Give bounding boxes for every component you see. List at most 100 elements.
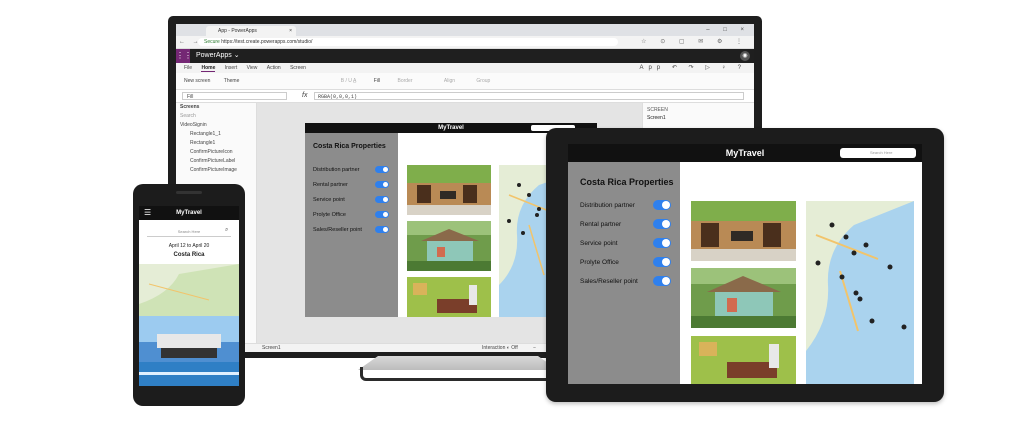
- chevron-down-icon[interactable]: ⌄: [234, 52, 240, 59]
- filter-toggle[interactable]: [653, 238, 671, 248]
- tree-search-input[interactable]: Search: [176, 112, 256, 121]
- tree-item[interactable]: VideoSignin: [176, 121, 256, 130]
- app-title: MyTravel: [725, 148, 765, 158]
- zoom-out-icon[interactable]: −: [533, 345, 536, 351]
- tree-item[interactable]: Rectangle1: [176, 139, 256, 148]
- avatar[interactable]: ◉: [740, 51, 750, 61]
- interaction-label: Interaction: [482, 345, 506, 351]
- app-header: MyTravel: [139, 206, 239, 220]
- secure-lock-label: Secure: [204, 39, 220, 45]
- monitor-stand-base: [360, 367, 560, 381]
- tree-item[interactable]: ConfirmPictureIcon: [176, 148, 256, 157]
- filter-label: Distribution partner: [580, 202, 635, 209]
- group-button[interactable]: Group: [476, 78, 490, 84]
- app-brand: PowerApps ⌄: [196, 49, 240, 63]
- menu-screen[interactable]: Screen: [290, 65, 306, 71]
- filter-toggle[interactable]: [653, 257, 671, 267]
- filter-label: Service point: [313, 197, 345, 203]
- menu-insert[interactable]: Insert: [225, 65, 238, 71]
- status-screen-name[interactable]: Screen1: [262, 345, 281, 351]
- tree-item[interactable]: ConfirmPictureImage: [176, 166, 256, 175]
- powerapps-header: ⋮⋮ PowerApps ⌄ ◉: [176, 49, 754, 63]
- tree-item[interactable]: ConfirmPictureLabel: [176, 157, 256, 166]
- destination-title: Costa Rica: [173, 252, 205, 258]
- property-dropdown[interactable]: Fill: [182, 92, 287, 100]
- interaction-off-label: Off: [511, 345, 518, 351]
- menu-action[interactable]: Action: [267, 65, 281, 71]
- property-photo-room[interactable]: [407, 277, 491, 317]
- filter-toggle[interactable]: [375, 196, 389, 203]
- border-button[interactable]: Border: [397, 78, 412, 84]
- app-title: MyTravel: [176, 210, 202, 216]
- resort-photo[interactable]: [139, 316, 239, 386]
- page-title: Costa Rica Properties: [313, 143, 386, 150]
- filter-toggle[interactable]: [375, 166, 389, 173]
- filter-toggle[interactable]: [375, 226, 389, 233]
- formula-bar: Fill fx RGBA(0,0,0,1): [176, 90, 754, 103]
- filter-label: Rental partner: [580, 221, 622, 228]
- studio-ribbon: New screen Theme B / U A̲ Fill Border Al…: [176, 73, 754, 90]
- studio-menu-right: App ↶ ↷ ▷ ♀ ?: [639, 63, 746, 73]
- tree-header: Screens: [180, 104, 200, 110]
- phone-earpiece: [176, 191, 202, 194]
- properties-screen-name: Screen1: [647, 115, 666, 121]
- property-photo-room[interactable]: [691, 336, 796, 384]
- filter-label: Prolyte Office: [580, 259, 619, 266]
- filter-label: Prolyte Office: [313, 212, 346, 218]
- filter-label: Service point: [580, 240, 618, 247]
- filter-label: Sales/Reseller point: [580, 278, 638, 285]
- property-photo-deck[interactable]: [691, 201, 796, 261]
- menu-file[interactable]: File: [184, 65, 192, 71]
- property-photo-cabin[interactable]: [691, 268, 796, 328]
- tab-title: App - PowerApps: [218, 28, 257, 34]
- tab-close-icon[interactable]: ×: [289, 26, 292, 36]
- menu-home[interactable]: Home: [201, 65, 216, 72]
- filter-toggle[interactable]: [653, 276, 671, 286]
- brand-label: PowerApps: [196, 52, 232, 59]
- address-bar-row: ← → ⟳ Secure https://test.create.powerap…: [176, 36, 754, 49]
- filter-toggle[interactable]: [653, 200, 671, 210]
- filter-label: Sales/Reseller point: [313, 227, 362, 233]
- new-screen-button[interactable]: New screen: [184, 78, 210, 84]
- fx-icon: fx: [302, 92, 308, 99]
- filter-label: Distribution partner: [313, 167, 360, 173]
- app-menu-label[interactable]: App: [639, 65, 665, 71]
- theme-button[interactable]: Theme: [224, 78, 240, 84]
- font-format-icons[interactable]: B / U A̲: [341, 78, 357, 84]
- undo-redo-play-icons[interactable]: ↶ ↷ ▷ ♀ ?: [672, 65, 746, 71]
- search-icon[interactable]: ⌕: [906, 147, 910, 157]
- filter-label: Rental partner: [313, 182, 348, 188]
- app-title: MyTravel: [438, 125, 464, 131]
- date-range: April 12 to April 20: [168, 243, 210, 249]
- phone-screen: MyTravel ☰ Search Here ⌕ April 12 to Apr…: [139, 206, 239, 386]
- hamburger-menu-icon[interactable]: ☰: [144, 209, 151, 217]
- page-title: Costa Rica Properties: [580, 177, 674, 187]
- filter-toggle[interactable]: [375, 211, 389, 218]
- browser-tab[interactable]: App - PowerApps ×: [206, 26, 296, 36]
- interaction-toggle[interactable]: ◐: [507, 345, 510, 351]
- property-photo-cabin[interactable]: [407, 221, 491, 271]
- property-map[interactable]: [806, 201, 914, 384]
- url-field[interactable]: Secure https://test.create.powerapps.com…: [198, 38, 618, 46]
- tree-item[interactable]: Rectangle1_1: [176, 130, 256, 139]
- formula-input[interactable]: RGBA(0,0,0,1): [314, 92, 744, 100]
- property-photo-deck[interactable]: [407, 165, 491, 215]
- align-button[interactable]: Align: [444, 78, 455, 84]
- menu-view[interactable]: View: [247, 65, 258, 71]
- filter-toggle[interactable]: [653, 219, 671, 229]
- filter-sidebar: [568, 162, 680, 384]
- filter-sidebar: [305, 133, 398, 317]
- fill-button[interactable]: Fill: [374, 78, 380, 84]
- filter-toggle[interactable]: [375, 181, 389, 188]
- window-controls[interactable]: ‒ □ ×: [706, 24, 750, 36]
- waffle-icon[interactable]: ⋮⋮: [176, 49, 192, 63]
- search-input[interactable]: Search Here: [147, 228, 231, 237]
- extension-icons[interactable]: ☆ ⊙ ▢ ✉ ⚙ ⋮: [641, 36, 748, 48]
- destination-map[interactable]: [139, 264, 239, 316]
- search-input[interactable]: Search Here: [840, 148, 916, 158]
- tablet-screen: MyTravel Search Here ⌕ Costa Rica Proper…: [568, 144, 922, 384]
- search-icon[interactable]: ⌕: [225, 227, 228, 234]
- url-text: https://test.create.powerapps.com/studio…: [221, 39, 313, 45]
- browser-tab-bar: App - PowerApps × ‒ □ ×: [176, 24, 754, 36]
- properties-label: SCREEN: [647, 107, 668, 113]
